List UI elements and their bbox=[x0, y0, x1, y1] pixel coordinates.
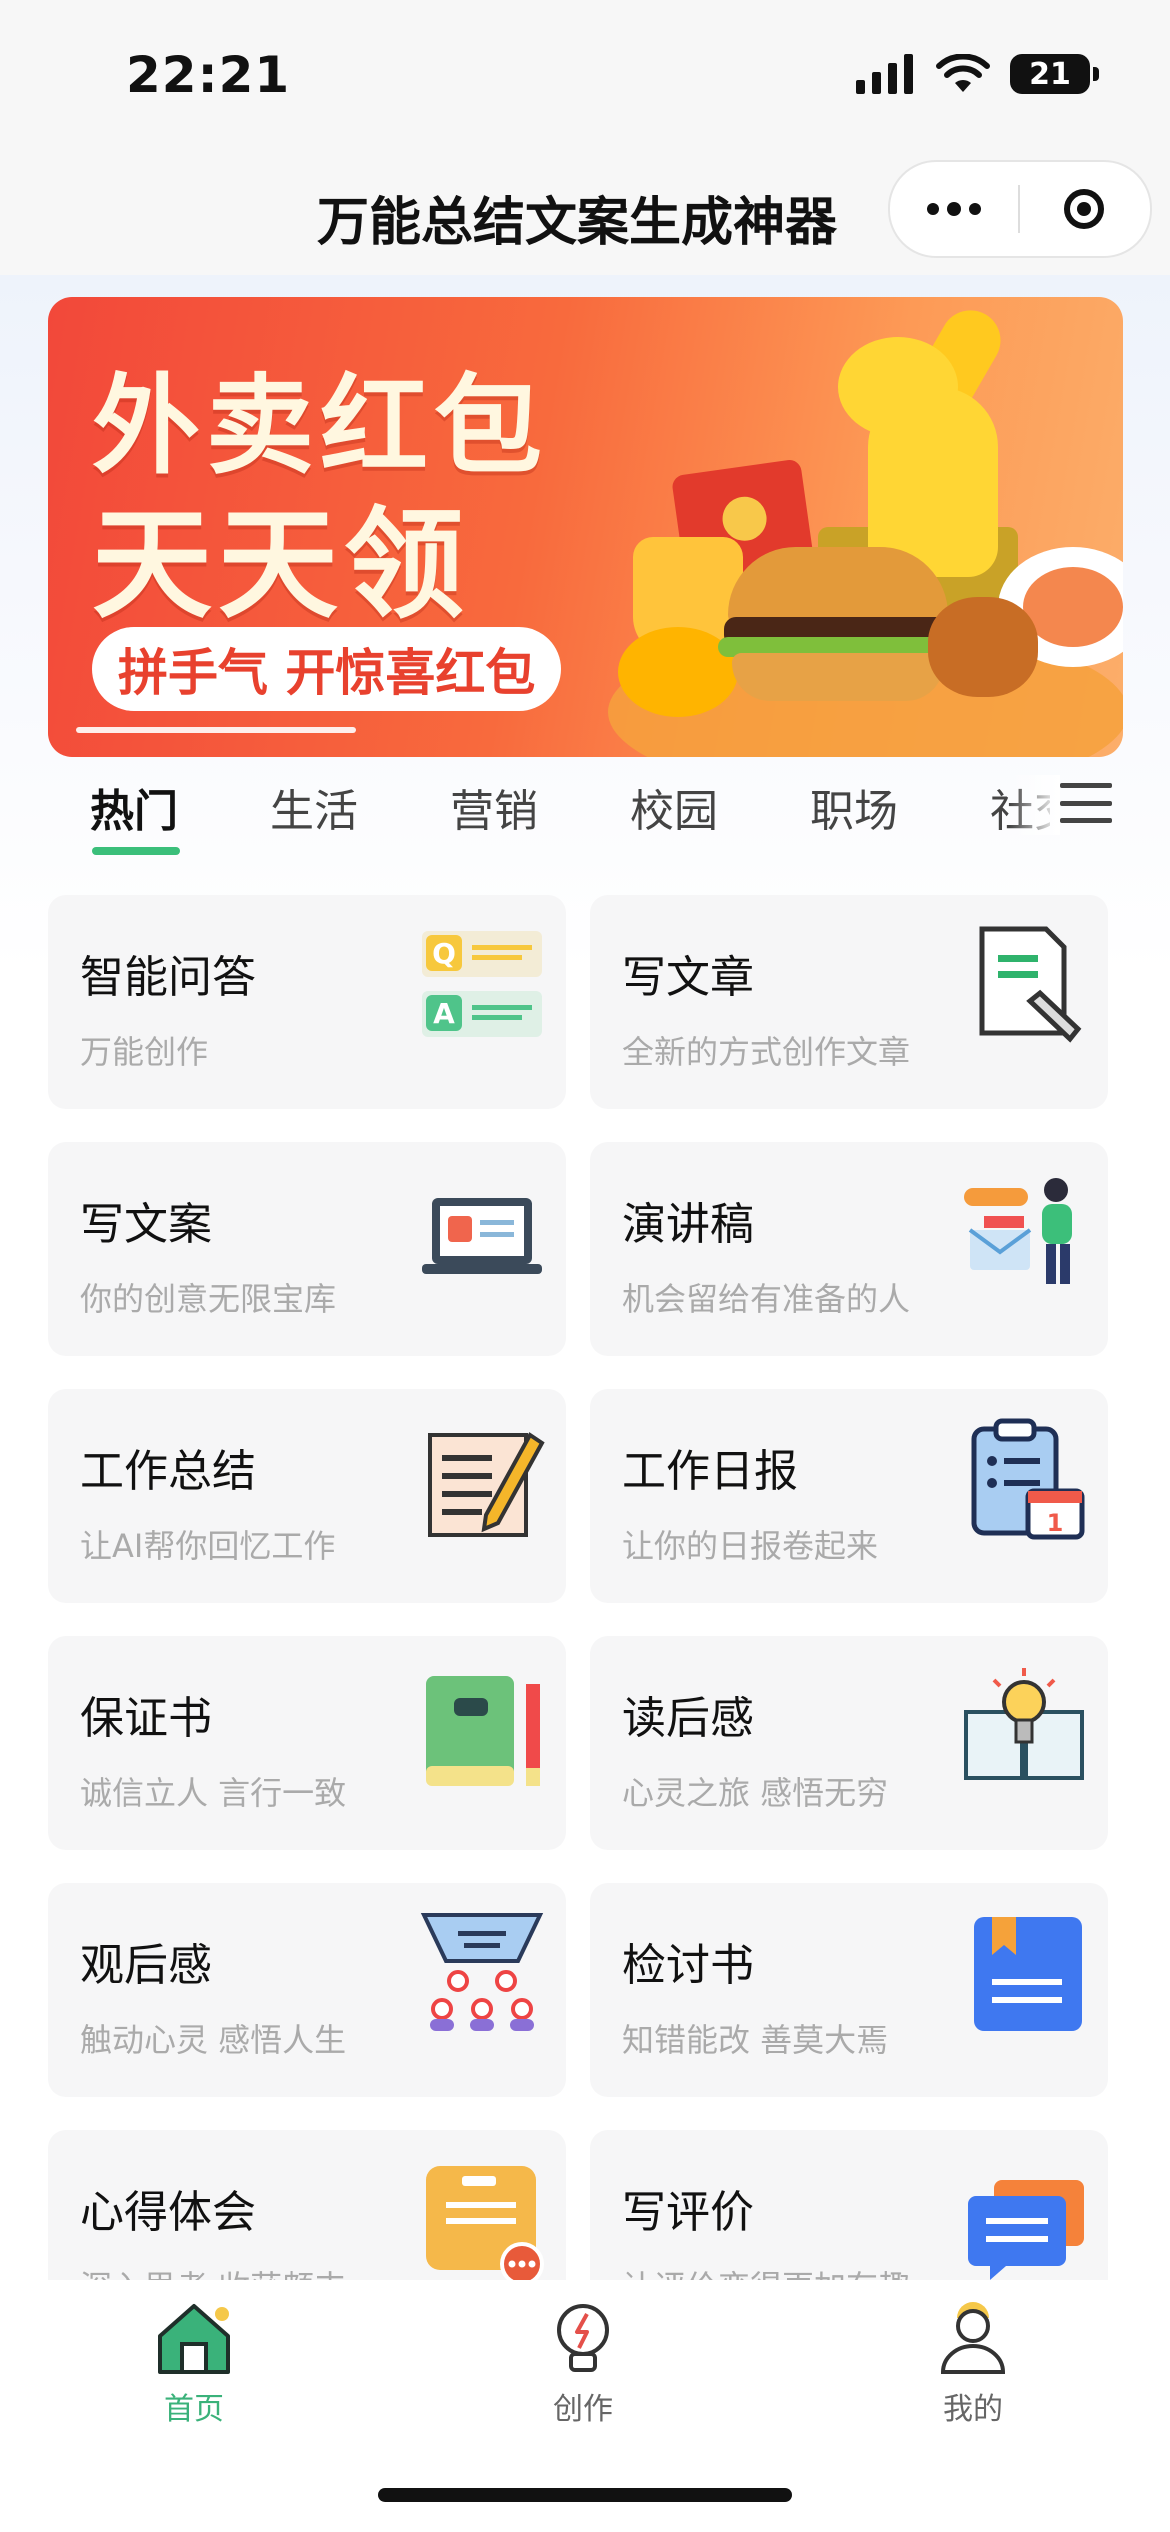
status-time: 22:21 bbox=[126, 46, 291, 104]
home-indicator bbox=[378, 2488, 792, 2502]
home-icon bbox=[158, 2304, 230, 2374]
promo-banner[interactable]: 外卖红包 天天领 拼手气 开惊喜红包 bbox=[48, 297, 1123, 757]
card-work-summary[interactable]: 工作总结 让AI帮你回忆工作 bbox=[48, 1389, 566, 1603]
card-subtitle: 深入思考 收获颇丰 bbox=[80, 2262, 346, 2280]
audience-icon bbox=[420, 1913, 544, 2031]
tab-workplace[interactable]: 职场 bbox=[810, 775, 898, 839]
tabbar-label: 我的 bbox=[943, 2392, 1003, 2427]
card-title: 工作总结 bbox=[80, 1446, 256, 1497]
article-icon bbox=[979, 926, 1082, 1043]
tab-hot[interactable]: 热门 bbox=[90, 775, 178, 839]
card-subtitle: 万能创作 bbox=[80, 1033, 209, 1071]
laptop-icon bbox=[422, 1198, 542, 1274]
tabbar-create[interactable]: 创作 bbox=[503, 2300, 663, 2428]
banner-cta: 拼手气 开惊喜红包 bbox=[92, 627, 562, 711]
shrimp bbox=[1023, 567, 1123, 647]
nav-bar: 万能总结文案生成神器 bbox=[0, 150, 1170, 275]
card-speech[interactable]: 演讲稿 机会留给有准备的人 bbox=[590, 1142, 1108, 1356]
burger-bottom bbox=[732, 653, 944, 701]
svg-text:1: 1 bbox=[1047, 1509, 1064, 1537]
card-pledge[interactable]: 保证书 诚信立人 言行一致 bbox=[48, 1636, 566, 1850]
more-dots-icon-right bbox=[969, 203, 981, 215]
tabbar-mine[interactable]: 我的 bbox=[893, 2300, 1053, 2428]
fried-chicken bbox=[928, 597, 1038, 697]
card-smart-qa[interactable]: 智能问答 万能创作 Q A bbox=[48, 895, 566, 1109]
card-daily-report[interactable]: 工作日报 让你的日报卷起来 1 bbox=[590, 1389, 1108, 1603]
miniprogram-capsule bbox=[888, 160, 1152, 258]
chat-card-icon bbox=[426, 2166, 544, 2280]
card-subtitle: 让评价变得更加有趣 bbox=[622, 2262, 910, 2280]
clipboard-calendar-icon: 1 bbox=[971, 1418, 1085, 1540]
status-icons: 21 bbox=[856, 54, 1099, 94]
profile-icon bbox=[940, 2302, 1006, 2374]
page-title: 万能总结文案生成神器 bbox=[316, 193, 837, 253]
speaker-icon bbox=[964, 1178, 1072, 1284]
card-write-review[interactable]: 写评价 让评价变得更加有趣 bbox=[590, 2130, 1108, 2280]
card-title: 智能问答 bbox=[80, 952, 256, 1003]
notepad-pencil-icon bbox=[428, 1432, 545, 1537]
card-write-copy[interactable]: 写文案 你的创意无限宝库 bbox=[48, 1142, 566, 1356]
card-subtitle: 心灵之旅 感悟无穷 bbox=[622, 1774, 889, 1812]
tabs-fade bbox=[1010, 775, 1060, 835]
tab-marketing[interactable]: 营销 bbox=[450, 775, 538, 839]
card-write-article[interactable]: 写文章 全新的方式创作文章 bbox=[590, 895, 1108, 1109]
tabbar-label: 首页 bbox=[164, 2392, 224, 2427]
card-title: 检讨书 bbox=[622, 1940, 754, 1991]
banner-headline-2: 天天领 bbox=[92, 496, 470, 635]
banner-carousel-indicator bbox=[76, 727, 356, 733]
qa-icon: Q A bbox=[422, 931, 542, 1037]
feature-grid: 智能问答 万能创作 Q A 写文章 全新的方式创作文章 写文案 你的创意无限宝库 bbox=[0, 895, 1170, 2280]
category-tabs: 热门 生活 营销 校园 职场 社交 bbox=[0, 775, 1170, 875]
card-title: 保证书 bbox=[80, 1693, 212, 1744]
card-subtitle: 知错能改 善莫大焉 bbox=[622, 2021, 889, 2059]
card-title: 心得体会 bbox=[80, 2187, 256, 2238]
card-title: 写文章 bbox=[622, 952, 754, 1003]
card-self-criticism[interactable]: 检讨书 知错能改 善莫大焉 bbox=[590, 1883, 1108, 2097]
card-subtitle: 让你的日报卷起来 bbox=[622, 1527, 879, 1565]
card-subtitle: 机会留给有准备的人 bbox=[622, 1280, 911, 1318]
tab-campus[interactable]: 校园 bbox=[630, 775, 718, 839]
card-title: 观后感 bbox=[80, 1940, 212, 1991]
card-reflections[interactable]: 心得体会 深入思考 收获颇丰 bbox=[48, 2130, 566, 2280]
card-title: 工作日报 bbox=[622, 1446, 798, 1497]
card-title: 演讲稿 bbox=[622, 1199, 754, 1250]
card-subtitle: 你的创意无限宝库 bbox=[80, 1280, 337, 1318]
message-stack-icon bbox=[968, 2180, 1084, 2280]
book-lightbulb-icon bbox=[964, 1668, 1084, 1780]
card-subtitle: 诚信立人 言行一致 bbox=[80, 1774, 347, 1812]
wifi-icon bbox=[936, 54, 990, 92]
notebook-pencil-icon bbox=[426, 1676, 540, 1786]
bulb-icon bbox=[557, 2304, 609, 2372]
close-button[interactable] bbox=[1020, 162, 1148, 256]
more-button[interactable] bbox=[890, 162, 1018, 256]
card-viewing-notes[interactable]: 观后感 触动心灵 感悟人生 bbox=[48, 1883, 566, 2097]
target-close-icon bbox=[1064, 189, 1104, 229]
mascot-head bbox=[838, 337, 958, 437]
burger-bun bbox=[728, 547, 948, 627]
more-dots-icon bbox=[927, 203, 939, 215]
bookmark-doc-icon bbox=[974, 1917, 1082, 2031]
svg-text:A: A bbox=[433, 997, 455, 1030]
tabbar-label: 创作 bbox=[553, 2392, 613, 2427]
more-dots-icon-center bbox=[947, 202, 961, 216]
status-bar: 22:21 21 bbox=[0, 0, 1170, 150]
card-title: 写文案 bbox=[80, 1199, 212, 1250]
cellular-signal-icon bbox=[856, 54, 913, 94]
battery-indicator: 21 bbox=[1010, 54, 1099, 94]
card-subtitle: 让AI帮你回忆工作 bbox=[80, 1527, 336, 1565]
svg-text:Q: Q bbox=[432, 937, 456, 970]
tabs-menu-icon[interactable] bbox=[1060, 783, 1112, 823]
active-tab-indicator bbox=[92, 847, 180, 855]
tabbar-home[interactable]: 首页 bbox=[114, 2300, 274, 2428]
card-subtitle: 全新的方式创作文章 bbox=[622, 1033, 911, 1071]
card-title: 读后感 bbox=[622, 1693, 754, 1744]
tab-life[interactable]: 生活 bbox=[270, 775, 358, 839]
card-subtitle: 触动心灵 感悟人生 bbox=[80, 2021, 347, 2059]
card-reading-notes[interactable]: 读后感 心灵之旅 感悟无穷 bbox=[590, 1636, 1108, 1850]
card-title: 写评价 bbox=[622, 2187, 754, 2238]
